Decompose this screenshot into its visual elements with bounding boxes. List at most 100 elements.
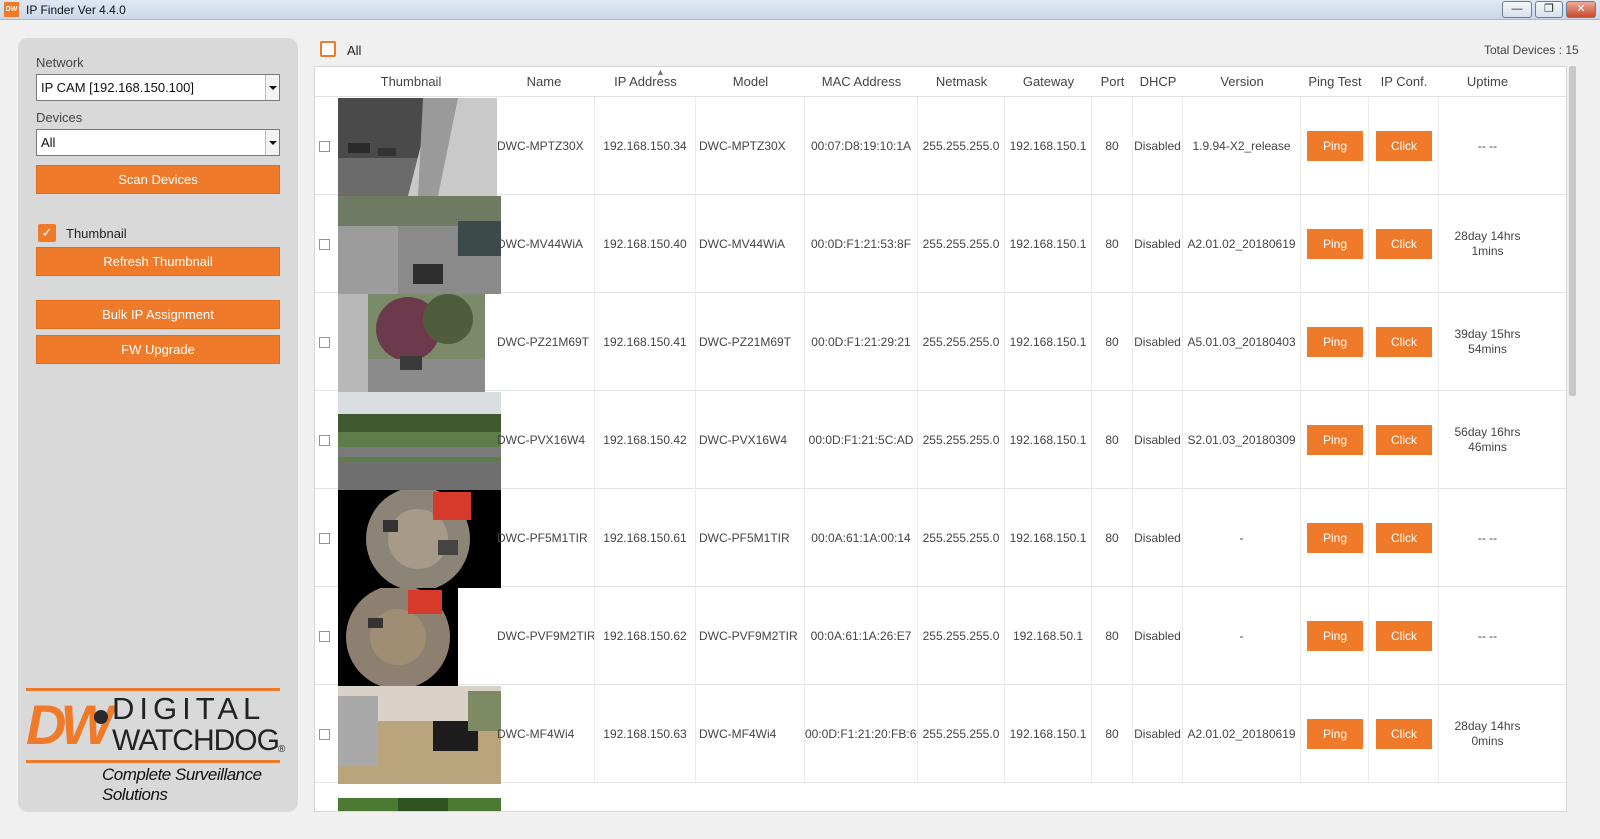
column-uptime[interactable]: Uptime [1439,67,1536,97]
ip-conf-cell: Click [1369,587,1439,685]
table-row[interactable]: DWC-PZ21M69T 192.168.150.41 DWC-PZ21M69T… [315,293,1566,392]
row-checkbox[interactable] [319,533,330,544]
device-ip: 192.168.150.41 [595,293,696,391]
devices-select[interactable]: All [36,129,280,156]
ip-conf-button[interactable]: Click [1376,131,1432,161]
row-checkbox[interactable] [319,239,330,250]
device-version: - [1183,587,1301,685]
column-gateway[interactable]: Gateway [1005,67,1092,97]
device-netmask: 255.255.255.0 [918,489,1005,587]
device-netmask: 255.255.255.0 [918,685,1005,783]
total-devices: Total Devices : 15 [1484,43,1579,57]
logo-bar [26,760,280,763]
device-model: DWC-PVF9M2TIR [696,587,805,685]
uptime-line1: 39day 15hrs [1454,327,1521,341]
ping-button[interactable]: Ping [1307,425,1363,455]
column-ip-conf[interactable]: IP Conf. [1369,67,1439,97]
device-version: A2.01.02_20180619 [1183,685,1301,783]
column-name[interactable]: Name [494,67,594,97]
column-ping-test[interactable]: Ping Test [1301,67,1369,97]
ping-cell: Ping [1301,391,1369,489]
ping-cell: Ping [1301,293,1369,391]
row-checkbox[interactable] [319,141,330,152]
ip-conf-button[interactable]: Click [1376,229,1432,259]
ip-conf-button[interactable]: Click [1376,719,1432,749]
ping-button[interactable]: Ping [1307,131,1363,161]
uptime-line2: 46mins [1468,440,1507,454]
row-checkbox[interactable] [319,729,330,740]
fw-upgrade-button[interactable]: FW Upgrade [36,335,280,364]
row-checkbox[interactable] [319,631,330,642]
device-dhcp: Disabled [1133,293,1183,391]
ip-conf-cell: Click [1369,195,1439,293]
ip-conf-button[interactable]: Click [1376,621,1432,651]
ping-button[interactable]: Ping [1307,621,1363,651]
column-mac-address[interactable]: MAC Address [805,67,918,97]
device-name: DWC-MPTZ30X [494,97,595,195]
device-port: 80 [1092,195,1133,293]
column-port[interactable]: Port [1092,67,1133,97]
table-row[interactable]: DWC-PVF9M2TIR 192.168.150.62 DWC-PVF9M2T… [315,585,1566,689]
device-version: A5.01.03_20180403 [1183,293,1301,391]
device-netmask: 255.255.255.0 [918,97,1005,195]
column-ip-address[interactable]: IP Address [595,67,696,97]
thumbnail-label: Thumbnail [66,226,127,241]
maximize-button[interactable]: ❐ [1535,1,1563,18]
devices-label: Devices [36,110,83,125]
column-netmask[interactable]: Netmask [918,67,1005,97]
ip-conf-button[interactable]: Click [1376,523,1432,553]
bulk-ip-assignment-button[interactable]: Bulk IP Assignment [36,300,280,329]
scrollbar-thumb[interactable] [1569,66,1576,396]
device-dhcp: Disabled [1133,97,1183,195]
ping-button[interactable]: Ping [1307,229,1363,259]
ip-conf-cell: Click [1369,293,1439,391]
device-name: DWC-MV44WiA [494,195,595,293]
device-uptime: 56day 16hrs 46mins [1439,391,1536,489]
ip-conf-cell: Click [1369,97,1439,195]
column-thumbnail[interactable]: Thumbnail [330,67,492,97]
camera-thumbnail [338,686,501,784]
thumbnail-checkbox[interactable]: ✓ [38,224,56,242]
table-row[interactable]: DWC-PF5M1TIR 192.168.150.61 DWC-PF5M1TIR… [315,487,1566,591]
select-all-checkbox[interactable] [320,41,336,57]
ping-button[interactable]: Ping [1307,327,1363,357]
table-row[interactable]: DWC-MPTZ30X 192.168.150.34 DWC-MPTZ30X 0… [315,97,1566,196]
close-button[interactable]: ✕ [1566,1,1596,18]
column-model[interactable]: Model [696,67,805,97]
row-checkbox[interactable] [319,435,330,446]
uptime-line1: -- -- [1477,138,1498,153]
table-row[interactable] [315,797,1566,811]
table-row[interactable]: DWC-MF4Wi4 192.168.150.63 DWC-MF4Wi4 00:… [315,685,1566,784]
device-ip: 192.168.150.62 [595,587,696,685]
camera-thumbnail [338,798,501,811]
minimize-button[interactable]: — [1502,1,1532,18]
device-netmask: 255.255.255.0 [918,293,1005,391]
device-gateway: 192.168.150.1 [1005,293,1092,391]
table-row[interactable]: DWC-PVX16W4 192.168.150.42 DWC-PVX16W4 0… [315,391,1566,490]
refresh-thumbnail-button[interactable]: Refresh Thumbnail [36,247,280,276]
ip-conf-button[interactable]: Click [1376,327,1432,357]
uptime-line1: 56day 16hrs [1454,425,1521,439]
select-all-label: All [347,43,362,58]
row-checkbox[interactable] [319,337,330,348]
device-dhcp: Disabled [1133,587,1183,685]
device-model: DWC-PZ21M69T [696,293,805,391]
app-icon: DW [4,2,19,17]
device-uptime: -- -- [1439,587,1536,685]
chevron-down-icon[interactable] [265,75,279,100]
scan-devices-button[interactable]: Scan Devices [36,165,280,194]
table-row[interactable]: DWC-MV44WiA 192.168.150.40 DWC-MV44WiA 0… [315,195,1566,294]
ip-conf-button[interactable]: Click [1376,425,1432,455]
chevron-down-icon[interactable] [265,130,279,155]
device-mac: 00:0D:F1:21:5C:AD [805,391,918,489]
sidebar: Network IP CAM [192.168.150.100] Devices… [18,38,298,812]
device-mac: 00:0A:61:1A:00:14 [805,489,918,587]
uptime-line1: 28day 14hrs [1454,229,1521,243]
checkmark-icon: ✓ [41,225,53,240]
device-netmask: 255.255.255.0 [918,391,1005,489]
column-version[interactable]: Version [1183,67,1301,97]
column-dhcp[interactable]: DHCP [1133,67,1183,97]
ping-button[interactable]: Ping [1307,523,1363,553]
ping-button[interactable]: Ping [1307,719,1363,749]
network-select[interactable]: IP CAM [192.168.150.100] [36,74,280,101]
